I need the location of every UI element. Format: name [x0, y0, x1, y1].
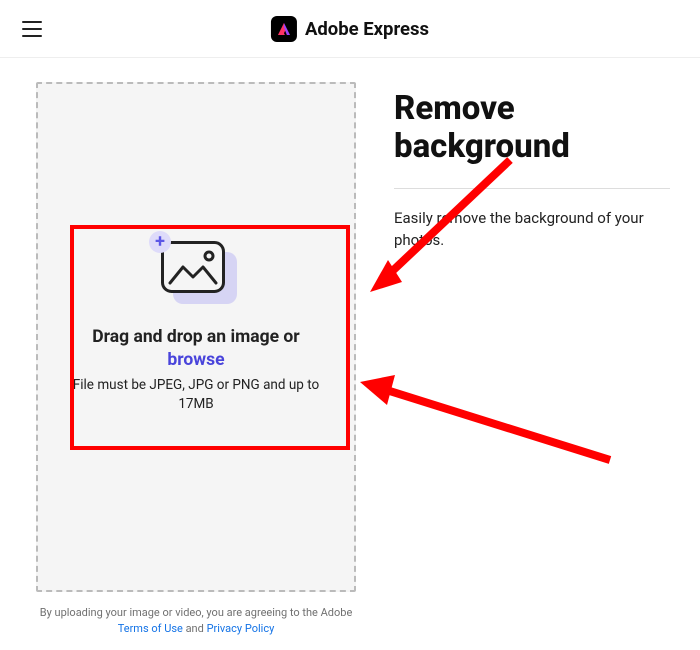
main-content: + Drag and drop an image or browse File …: [0, 58, 700, 650]
page-subtitle: Easily remove the background of your pho…: [394, 207, 670, 252]
browse-link[interactable]: browse: [58, 350, 334, 370]
upload-agreement-note: By uploading your image or video, you ar…: [36, 605, 356, 636]
image-placeholder-icon: +: [161, 241, 231, 299]
adobe-express-logo-icon: [271, 16, 297, 42]
and-text: and: [183, 622, 207, 635]
upload-dropzone[interactable]: + Drag and drop an image or browse File …: [36, 82, 356, 592]
brand: Adobe Express: [271, 16, 429, 42]
dropzone-subtext: File must be JPEG, JPG or PNG and up to …: [58, 376, 334, 412]
app-header: Adobe Express: [0, 0, 700, 58]
terms-of-use-link[interactable]: Terms of Use: [118, 622, 183, 635]
agreement-text: By uploading your image or video, you ar…: [40, 606, 353, 619]
brand-title: Adobe Express: [305, 18, 429, 40]
page-title: Remove background: [394, 90, 670, 166]
menu-icon[interactable]: [22, 17, 46, 41]
plus-icon: +: [149, 231, 171, 253]
privacy-policy-link[interactable]: Privacy Policy: [207, 622, 275, 635]
dropzone-title: Drag and drop an image or: [58, 327, 334, 347]
divider: [394, 188, 670, 189]
